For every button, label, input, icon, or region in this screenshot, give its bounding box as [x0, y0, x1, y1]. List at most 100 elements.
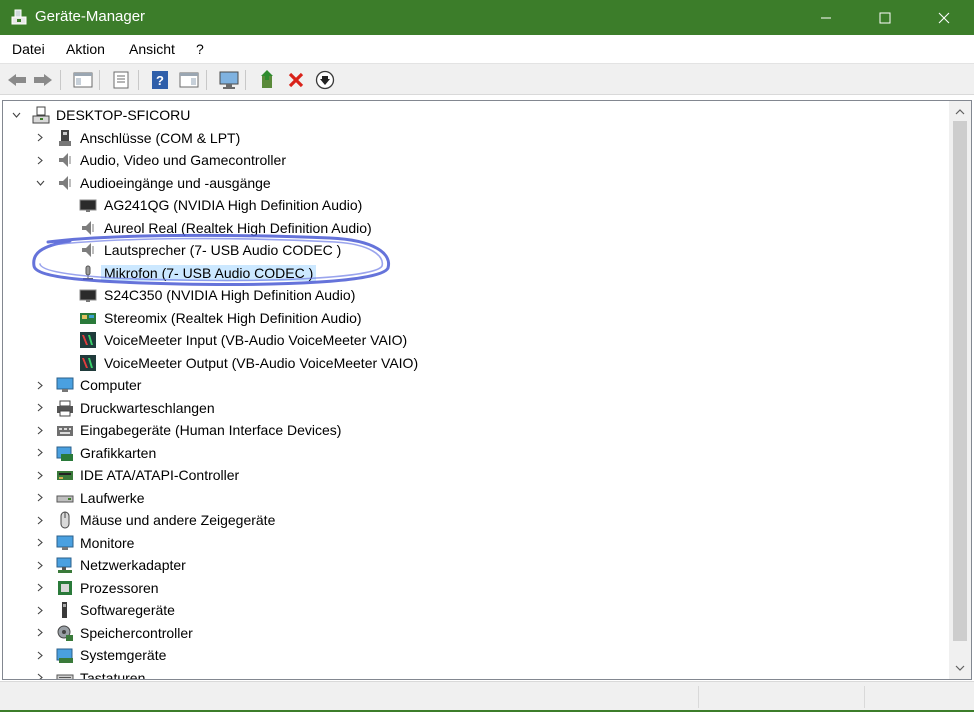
- tree-category[interactable]: Grafikkarten: [3, 442, 948, 464]
- chevron-down-icon[interactable]: [34, 176, 46, 190]
- tree-category[interactable]: Druckwarteschlangen: [3, 397, 948, 419]
- menu-datei[interactable]: Datei: [12, 41, 45, 57]
- tree-device[interactable]: Mikrofon (7- USB Audio CODEC ): [3, 262, 948, 284]
- tree-device[interactable]: VoiceMeeter Output (VB-Audio VoiceMeeter…: [3, 352, 948, 374]
- speaker-icon: [59, 175, 71, 190]
- toolbar: ?: [0, 63, 974, 95]
- chevron-right-icon[interactable]: [34, 423, 46, 437]
- tree-category[interactable]: Systemgeräte: [3, 644, 948, 666]
- vertical-scrollbar[interactable]: [949, 101, 971, 679]
- toolbar-separator: [206, 70, 207, 90]
- update-driver-button[interactable]: [256, 68, 280, 92]
- chevron-right-icon[interactable]: [34, 491, 46, 505]
- tree-category[interactable]: Monitore: [3, 532, 948, 554]
- chevron-right-icon[interactable]: [34, 446, 46, 460]
- tree-category[interactable]: Anschlüsse (COM & LPT): [3, 127, 948, 149]
- chevron-right-icon[interactable]: [34, 131, 46, 145]
- chevron-right-icon[interactable]: [34, 603, 46, 617]
- tree-device[interactable]: Lautsprecher (7- USB Audio CODEC ): [3, 239, 948, 261]
- tree-category[interactable]: Audioeingänge und -ausgänge: [3, 172, 948, 194]
- maximize-button[interactable]: [862, 0, 908, 35]
- forward-button[interactable]: [31, 68, 55, 92]
- chevron-right-icon[interactable]: [34, 648, 46, 662]
- tree-device[interactable]: Stereomix (Realtek High Definition Audio…: [3, 307, 948, 329]
- chevron-right-icon[interactable]: [34, 558, 46, 572]
- action-pane-button[interactable]: [177, 68, 201, 92]
- status-pane: [864, 686, 865, 708]
- chevron-right-icon[interactable]: [34, 581, 46, 595]
- scroll-down-button[interactable]: [949, 659, 971, 676]
- window-title: Geräte-Manager: [35, 8, 146, 25]
- tree-item-label: Tastaturen: [80, 669, 146, 680]
- disable-button[interactable]: [313, 68, 337, 92]
- vm-icon: [80, 354, 96, 371]
- close-button[interactable]: [921, 0, 967, 35]
- chevron-right-icon[interactable]: [34, 671, 46, 679]
- tree-item-label: Computer: [80, 377, 142, 393]
- chevron-right-icon[interactable]: [34, 468, 46, 482]
- tree-category[interactable]: Laufwerke: [3, 487, 948, 509]
- tree-category[interactable]: Mäuse und andere Zeigegeräte: [3, 509, 948, 531]
- toolbar-separator: [138, 70, 139, 90]
- gpu-icon: [56, 446, 73, 461]
- tree-item-label: Systemgeräte: [80, 647, 167, 663]
- tree-item-label: Prozessoren: [80, 579, 159, 596]
- tree-category[interactable]: Prozessoren: [3, 577, 948, 599]
- uninstall-button[interactable]: [284, 68, 308, 92]
- update-driver-icon: [261, 70, 273, 88]
- monitor-icon: [79, 199, 97, 212]
- device-manager-icon: [11, 9, 27, 25]
- tree-category[interactable]: Eingabegeräte (Human Interface Devices): [3, 419, 948, 441]
- scroll-up-button[interactable]: [949, 103, 971, 120]
- title-bar: Geräte-Manager: [0, 0, 974, 35]
- tree-item-label: Aureol Real (Realtek High Definition Aud…: [104, 219, 372, 236]
- tree-category[interactable]: Computer: [3, 374, 948, 396]
- chevron-right-icon[interactable]: [34, 536, 46, 550]
- chevron-down-icon: [955, 665, 965, 671]
- tree-category[interactable]: Softwaregeräte: [3, 599, 948, 621]
- tree-category[interactable]: Speichercontroller: [3, 622, 948, 644]
- properties-button[interactable]: [109, 68, 133, 92]
- chevron-right-icon[interactable]: [34, 378, 46, 392]
- system-icon: [56, 648, 73, 663]
- scrollbar-thumb[interactable]: [953, 121, 967, 641]
- chevron-right-icon[interactable]: [34, 401, 46, 415]
- chevron-right-icon[interactable]: [34, 513, 46, 527]
- minimize-button[interactable]: [803, 0, 849, 35]
- computer-icon: [32, 106, 50, 124]
- chevron-down-icon[interactable]: [10, 108, 22, 122]
- screen-icon: [56, 377, 74, 392]
- tree-item-label: AG241QG (NVIDIA High Definition Audio): [104, 197, 363, 213]
- menu-aktion[interactable]: Aktion: [66, 41, 105, 57]
- vm-icon: [80, 332, 96, 348]
- speaker-icon: [82, 243, 94, 257]
- scan-hardware-button[interactable]: [217, 68, 241, 92]
- console-tree-button[interactable]: [71, 68, 95, 92]
- tree-item-label: Audioeingänge und -ausgänge: [80, 174, 271, 191]
- tree-item-label: Netzwerkadapter: [80, 557, 186, 573]
- chevron-right-icon[interactable]: [34, 626, 46, 640]
- port-icon: [59, 129, 71, 146]
- mic-icon: [83, 265, 93, 280]
- menu-help[interactable]: ?: [196, 41, 204, 57]
- disable-icon: [315, 70, 335, 90]
- tree-item-label: VoiceMeeter Input (VB-Audio VoiceMeeter …: [104, 332, 408, 348]
- chevron-right-icon[interactable]: [34, 153, 46, 167]
- tree-item-label: Mäuse und andere Zeigegeräte: [80, 512, 276, 528]
- tree-device[interactable]: VoiceMeeter Input (VB-Audio VoiceMeeter …: [3, 329, 948, 351]
- tree-category[interactable]: Audio, Video und Gamecontroller: [3, 149, 948, 171]
- tree-category[interactable]: IDE ATA/ATAPI-Controller: [3, 464, 948, 486]
- tree-device[interactable]: AG241QG (NVIDIA High Definition Audio): [3, 194, 948, 216]
- properties-icon: [113, 71, 129, 89]
- toolbar-separator: [99, 70, 100, 90]
- tree-device[interactable]: S24C350 (NVIDIA High Definition Audio): [3, 284, 948, 306]
- menu-ansicht[interactable]: Ansicht: [129, 41, 175, 57]
- tree-category[interactable]: Netzwerkadapter: [3, 554, 948, 576]
- tree-category[interactable]: Tastaturen: [3, 667, 948, 680]
- tree-device[interactable]: Aureol Real (Realtek High Definition Aud…: [3, 217, 948, 239]
- action-pane-icon: [179, 72, 199, 88]
- tree-root[interactable]: DESKTOP-SFICORU: [3, 104, 948, 126]
- back-button[interactable]: [5, 68, 29, 92]
- help-button[interactable]: ?: [148, 68, 172, 92]
- tree-item-label: Lautsprecher (7- USB Audio CODEC ): [104, 242, 342, 258]
